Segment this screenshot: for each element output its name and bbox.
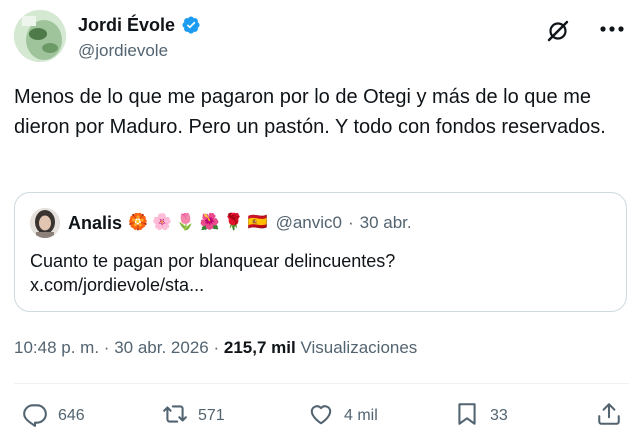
quoted-separator: ·	[347, 213, 354, 232]
heart-icon	[308, 401, 334, 432]
like-button[interactable]: 4 mil	[308, 400, 378, 432]
views-label: Visualizaciones	[300, 338, 418, 357]
views-count: 215,7 mil	[223, 338, 296, 357]
bookmark-icon	[454, 401, 480, 432]
spain-flag-emoji: 🇪🇸	[247, 214, 268, 231]
more-icon[interactable]	[595, 14, 629, 44]
quoted-author-avatar[interactable]	[30, 208, 60, 238]
author-names: Jordi Évole @jordievole	[78, 14, 201, 61]
quoted-date[interactable]: 30 abr.	[360, 213, 412, 233]
tweet-meta: 10:48 p. m. · 30 abr. 2026 · 215,7 mil V…	[14, 338, 417, 358]
meta-separator-2: ·	[213, 338, 220, 357]
action-bar: 646 571 4 mil 33	[14, 400, 629, 432]
reply-button[interactable]: 646	[22, 400, 85, 432]
tweet-date[interactable]: 30 abr. 2026	[114, 338, 209, 357]
reply-count: 646	[58, 407, 85, 424]
flower-emoji-1: 🏵️	[128, 214, 148, 231]
tweet-text: Menos de lo que me pagaron por lo de Ote…	[14, 86, 606, 138]
author-name-text: Jordi Évole	[78, 15, 176, 35]
divider	[14, 383, 629, 384]
bookmark-button[interactable]: 33	[454, 400, 508, 432]
quoted-link: x.com/jordievole/sta...	[30, 275, 205, 295]
repost-icon	[162, 401, 188, 432]
bookmark-count: 33	[490, 407, 508, 424]
quoted-tweet-header: Analis 🏵️ 🌸 🌷 🌺 🌹 🇪🇸 @anvic0 · 30 abr.	[30, 208, 412, 238]
quoted-tweet[interactable]: Analis 🏵️ 🌸 🌷 🌺 🌹 🇪🇸 @anvic0 · 30 abr. C…	[14, 192, 627, 312]
author-display-name[interactable]: Jordi Évole	[78, 14, 201, 36]
tweet-time[interactable]: 10:48 p. m.	[14, 338, 99, 357]
grok-icon[interactable]	[545, 18, 571, 44]
quoted-tweet-text: Cuanto te pagan por blanquear delincuent…	[30, 249, 610, 297]
rose-emoji: 🌹	[223, 214, 244, 231]
quoted-author-handle[interactable]: @anvic0	[276, 213, 342, 233]
like-count: 4 mil	[344, 407, 378, 424]
share-icon	[596, 401, 622, 432]
share-button[interactable]	[596, 400, 622, 432]
repost-button[interactable]: 571	[162, 400, 225, 432]
verified-badge-icon[interactable]	[181, 15, 201, 35]
quoted-text-line: Cuanto te pagan por blanquear delincuent…	[30, 251, 396, 271]
tweet-header: Jordi Évole @jordievole	[14, 10, 629, 66]
meta-separator: ·	[103, 338, 110, 357]
reply-icon	[22, 401, 48, 432]
hibiscus-emoji: 🌺	[199, 214, 220, 231]
tulip-emoji: 🌷	[175, 214, 196, 231]
repost-count: 571	[198, 407, 225, 424]
flower-emoji-2: 🌸	[151, 214, 172, 231]
author-handle[interactable]: @jordievole	[78, 41, 201, 61]
author-avatar[interactable]	[14, 10, 66, 62]
quoted-author-name[interactable]: Analis	[68, 213, 122, 234]
